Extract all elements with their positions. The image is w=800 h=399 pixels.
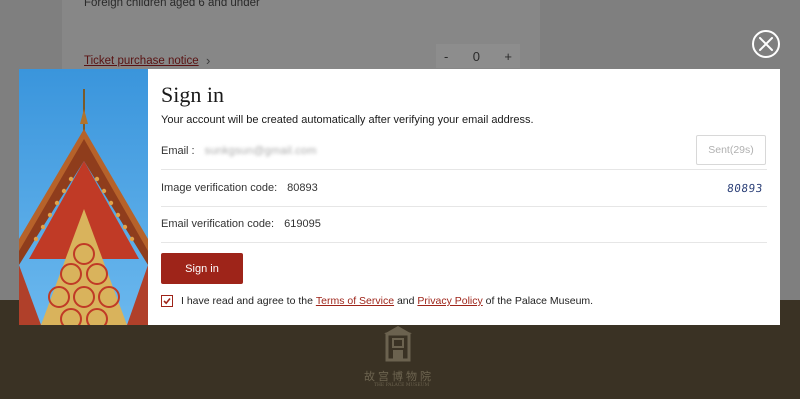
foreign-children-label: Foreign children aged 6 and under [84, 0, 260, 9]
check-icon [163, 297, 171, 305]
stepper-plus-button[interactable]: + [504, 49, 512, 64]
agreement-prefix: I have read and agree to the [181, 295, 316, 307]
modal-subtitle: Your account will be created automatical… [161, 114, 534, 126]
close-icon [759, 37, 773, 51]
agreement-and: and [394, 295, 418, 307]
send-code-button[interactable]: Sent(29s) [696, 135, 766, 165]
email-field[interactable]: sunkgsun@gmail.com [205, 145, 317, 157]
terms-of-service-link[interactable]: Terms of Service [316, 295, 394, 307]
modal-title: Sign in [161, 82, 224, 107]
image-code-field[interactable]: 80893 [287, 182, 318, 194]
stepper-value: 0 [472, 48, 480, 64]
agreement-suffix: of the Palace Museum. [482, 295, 594, 307]
email-label: Email : [161, 145, 195, 157]
email-code-label: Email verification code: [161, 218, 275, 230]
footer-english-name: THE PALACE MUSEUM [374, 383, 430, 388]
sign-in-button[interactable]: Sign in [161, 253, 243, 284]
privacy-policy-link[interactable]: Privacy Policy [417, 295, 482, 307]
email-code-field[interactable]: 619095 [284, 218, 321, 230]
quantity-stepper[interactable]: - 0 + [436, 44, 520, 68]
email-code-row: Email verification code: 619095 [161, 206, 767, 243]
chevron-right-icon: › [206, 53, 211, 68]
image-code-label: Image verification code: [161, 182, 278, 194]
sign-in-modal: Sign in Your account will be created aut… [19, 69, 780, 325]
palace-roof-image [19, 69, 148, 325]
stepper-minus-button[interactable]: - [444, 49, 448, 64]
email-row: Email : sunkgsun@gmail.com Sent(29s) [161, 133, 767, 170]
agreement-checkbox[interactable] [161, 295, 173, 307]
image-code-row: Image verification code: 80893 80893 [161, 170, 767, 207]
captcha-image[interactable]: 80893 [724, 179, 766, 197]
ticket-purchase-notice-link[interactable]: Ticket purchase notice [84, 55, 199, 67]
close-button[interactable] [752, 30, 780, 58]
footer-chinese-name: 故宫博物院 [364, 370, 434, 383]
agreement-row: I have read and agree to the Terms of Se… [161, 295, 593, 307]
palace-museum-logo-icon [380, 324, 416, 364]
